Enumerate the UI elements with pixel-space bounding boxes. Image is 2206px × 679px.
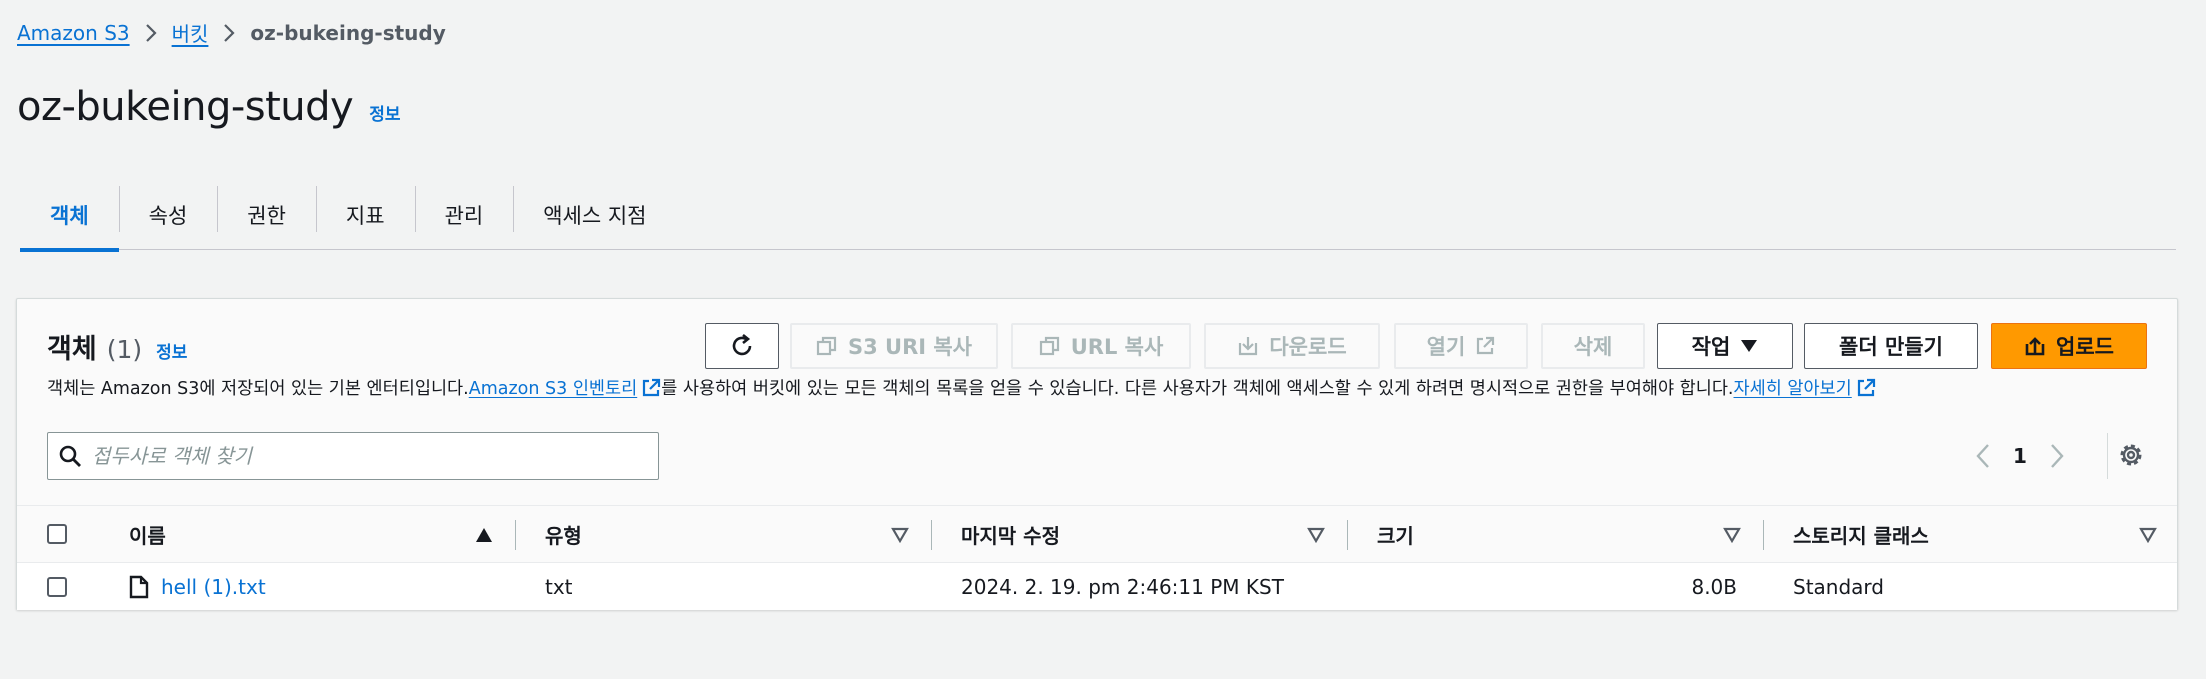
- objects-description: 객체는 Amazon S3에 저장되어 있는 기본 엔터티입니다. Amazon…: [47, 375, 1876, 400]
- objects-table: 이름 유형 마지막 수정 크기 스토리지 클래스 hell (1).txt tx…: [17, 505, 2177, 610]
- object-storage-class-cell: Standard: [1793, 574, 1884, 599]
- external-link-icon: [1857, 378, 1875, 396]
- current-page[interactable]: 1: [2013, 444, 2027, 468]
- breadcrumb: Amazon S3 버킷 oz-bukeing-study: [17, 18, 446, 47]
- delete-label: 삭제: [1573, 335, 1613, 359]
- copy-url-button[interactable]: URL 복사: [1011, 323, 1191, 369]
- objects-panel-header: 객체 (1) 정보: [47, 327, 187, 366]
- object-name-cell: hell (1).txt: [129, 563, 266, 610]
- row-checkbox[interactable]: [47, 576, 67, 597]
- upload-label: 업로드: [2056, 335, 2114, 359]
- external-link-icon: [1477, 336, 1495, 355]
- column-divider[interactable]: [1347, 520, 1348, 550]
- refresh-button[interactable]: [705, 323, 779, 369]
- chevron-right-icon: [222, 23, 236, 43]
- description-text-2: 를 사용하여 버킷에 있는 모든 객체의 목록을 얻을 수 있습니다. 다른 사…: [661, 379, 1734, 399]
- sort-icon[interactable]: [2139, 527, 2157, 543]
- chevron-left-icon[interactable]: [1975, 443, 1991, 469]
- table-settings-button[interactable]: [2115, 439, 2147, 475]
- select-all-checkbox[interactable]: [47, 524, 67, 544]
- delete-button[interactable]: 삭제: [1541, 323, 1645, 369]
- breadcrumb-current: oz-bukeing-study: [250, 20, 446, 45]
- caret-down-icon: [1741, 340, 1758, 352]
- upload-button[interactable]: 업로드: [1991, 323, 2147, 369]
- external-link-icon: [643, 378, 661, 396]
- page-title: oz-bukeing-study: [17, 84, 354, 130]
- download-button[interactable]: 다운로드: [1204, 323, 1380, 369]
- object-search[interactable]: [47, 432, 659, 480]
- objects-panel: 객체 (1) 정보 객체는 Amazon S3에 저장되어 있는 기본 엔터티입…: [16, 298, 2178, 610]
- download-label: 다운로드: [1269, 335, 1347, 359]
- gear-icon: [2120, 444, 2142, 466]
- object-type-cell: txt: [545, 574, 573, 599]
- open-button[interactable]: 열기: [1394, 323, 1528, 369]
- copy-s3-uri-button[interactable]: S3 URI 복사: [790, 323, 998, 369]
- page-header: oz-bukeing-study 정보: [17, 84, 401, 130]
- column-divider[interactable]: [515, 520, 516, 550]
- select-all-cell: [47, 506, 67, 562]
- download-icon: [1239, 337, 1258, 356]
- column-header-type[interactable]: 유형: [545, 506, 582, 562]
- copy-icon: [816, 336, 837, 356]
- copy-s3-uri-label: S3 URI 복사: [847, 335, 973, 359]
- sort-ascending-icon[interactable]: [475, 527, 493, 543]
- column-header-name[interactable]: 이름: [129, 506, 166, 562]
- description-text-1: 객체는 Amazon S3에 저장되어 있는 기본 엔터티입니다.: [47, 379, 469, 399]
- info-link[interactable]: 정보: [369, 100, 400, 125]
- objects-info-link[interactable]: 정보: [156, 338, 187, 363]
- object-name-link[interactable]: hell (1).txt: [129, 575, 266, 599]
- column-divider[interactable]: [1763, 520, 1764, 550]
- file-icon: [129, 575, 149, 598]
- column-header-storage-class[interactable]: 스토리지 클래스: [1793, 506, 1929, 562]
- upload-icon: [2025, 337, 2045, 356]
- object-size-cell: 8.0B: [1691, 574, 1737, 599]
- inventory-link[interactable]: Amazon S3 인벤토리: [469, 375, 662, 400]
- sort-icon[interactable]: [1723, 527, 1741, 543]
- search-input[interactable]: [92, 444, 632, 468]
- table-header-row: 이름 유형 마지막 수정 크기 스토리지 클래스: [17, 505, 2177, 563]
- row-select-cell: [47, 563, 67, 610]
- tab-objects[interactable]: 객체: [20, 180, 119, 252]
- open-label: 열기: [1426, 335, 1466, 359]
- object-last-modified-cell: 2024. 2. 19. pm 2:46:11 PM KST: [961, 574, 1284, 599]
- actions-dropdown[interactable]: 작업: [1657, 323, 1793, 369]
- tab-bar: 객체 속성 권한 지표 관리 액세스 지점: [20, 180, 2176, 252]
- search-icon: [59, 445, 81, 467]
- objects-panel-title: 객체: [47, 334, 97, 365]
- create-folder-label: 폴더 만들기: [1839, 335, 1943, 359]
- inventory-link-label: Amazon S3 인벤토리: [468, 379, 638, 399]
- objects-count: (1): [106, 335, 143, 364]
- object-name-label: hell (1).txt: [161, 574, 266, 599]
- learn-more-label: 자세히 알아보기: [1733, 379, 1852, 399]
- tab-metrics[interactable]: 지표: [315, 180, 415, 250]
- sort-icon[interactable]: [1307, 527, 1325, 543]
- learn-more-link[interactable]: 자세히 알아보기: [1734, 375, 1876, 400]
- breadcrumb-amazon-s3[interactable]: Amazon S3: [17, 21, 130, 45]
- refresh-icon: [732, 333, 752, 356]
- column-header-last-modified[interactable]: 마지막 수정: [961, 506, 1060, 562]
- breadcrumb-buckets[interactable]: 버킷: [172, 18, 209, 47]
- tab-management[interactable]: 관리: [414, 180, 514, 250]
- sort-icon[interactable]: [891, 527, 909, 543]
- copy-url-label: URL 복사: [1070, 335, 1164, 359]
- tab-access-points[interactable]: 액세스 지점: [513, 180, 676, 250]
- column-divider[interactable]: [931, 520, 932, 550]
- actions-label: 작업: [1691, 335, 1731, 359]
- chevron-right-icon: [144, 23, 158, 43]
- copy-icon: [1039, 336, 1059, 356]
- pager-divider: [2107, 433, 2108, 479]
- pagination: 1: [1975, 434, 2065, 478]
- chevron-right-icon[interactable]: [2049, 443, 2065, 469]
- column-header-size[interactable]: 크기: [1377, 506, 1414, 562]
- table-row: hell (1).txt txt 2024. 2. 19. pm 2:46:11…: [17, 563, 2177, 610]
- tab-properties[interactable]: 속성: [118, 180, 218, 250]
- tab-permissions[interactable]: 권한: [217, 180, 316, 250]
- create-folder-button[interactable]: 폴더 만들기: [1804, 323, 1978, 369]
